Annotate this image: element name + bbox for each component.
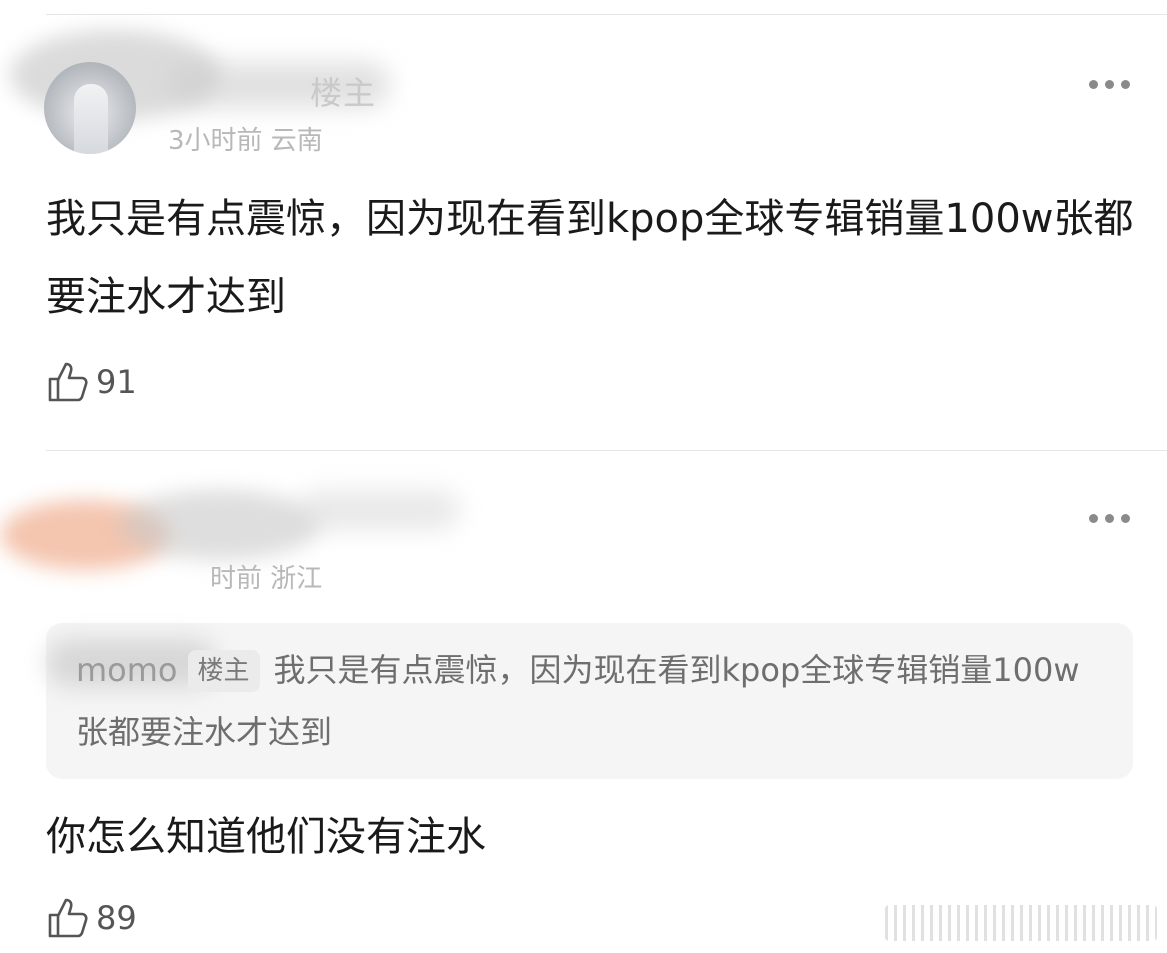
quote-username[interactable]: momo [76, 651, 178, 689]
more-options-button[interactable] [1089, 80, 1130, 89]
comment-text: 我只是有点震惊，因为现在看到kpop全球专辑销量100w张都要注水才达到 [46, 196, 1134, 320]
quote-text-block: momo 楼主 我只是有点震惊，因为现在看到kpop全球专辑销量100w张都要注水才… [76, 639, 1096, 763]
more-dot [1121, 80, 1130, 89]
avatar[interactable] [44, 62, 136, 154]
watermark [885, 905, 1157, 941]
avatar-figure [74, 84, 108, 154]
more-dots-icon [1089, 80, 1098, 89]
more-dot [1105, 80, 1114, 89]
thumbs-up-icon [48, 362, 88, 402]
like-button[interactable]: 91 [46, 360, 137, 404]
comment-text: 你怎么知道他们没有注水 [46, 814, 486, 860]
thumbs-up-icon [48, 898, 88, 938]
comment-meta: 时前 浙江 [210, 564, 323, 594]
more-dot [1121, 514, 1130, 523]
username-blur [300, 490, 460, 530]
like-button[interactable]: 89 [46, 896, 137, 940]
more-dots-icon [1089, 514, 1098, 523]
comment-meta: 3小时前 云南 [168, 126, 323, 156]
more-options-button[interactable] [1089, 514, 1130, 523]
comment-2: 时前 浙江 momo 楼主 我只是有点震惊，因为现在看到kpop全球专辑销量100w… [0, 450, 1167, 953]
comment-1: 楼主 3小时前 云南 我只是有点震惊，因为现在看到kpop全球专辑销量100w张… [0, 0, 1167, 450]
like-count: 89 [96, 899, 137, 937]
quoted-comment[interactable]: momo 楼主 我只是有点震惊，因为现在看到kpop全球专辑销量100w张都要注水才… [46, 623, 1133, 779]
username[interactable]: 楼主 [310, 68, 376, 114]
like-count: 91 [96, 363, 137, 401]
op-badge: 楼主 [187, 650, 260, 692]
avatar-blur-2 [120, 490, 320, 560]
more-dot [1105, 514, 1114, 523]
